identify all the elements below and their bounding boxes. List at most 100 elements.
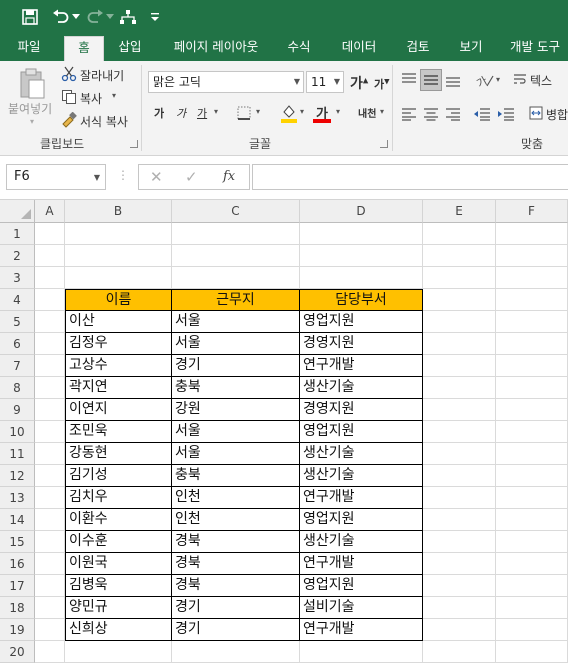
font-name-select[interactable]: 맑은 고딕 ▼ [148,71,304,93]
copy-icon[interactable] [61,89,77,105]
align-center-icon[interactable] [422,105,440,123]
decrease-indent-icon[interactable] [472,105,492,123]
cell-c2[interactable] [172,245,300,267]
table-cell[interactable]: 인천 [172,509,300,531]
cell-a10[interactable] [35,421,65,443]
hierarchy-icon[interactable] [117,6,139,28]
cell-a15[interactable] [35,531,65,553]
redo-dropdown-icon[interactable] [104,6,116,28]
cell-a5[interactable] [35,311,65,333]
table-cell[interactable]: 강원 [172,399,300,421]
underline-button[interactable]: 가 [197,105,207,121]
align-middle-icon[interactable] [420,69,442,91]
table-header-cell[interactable]: 이름 [65,289,172,311]
table-cell[interactable]: 연구개발 [300,355,423,377]
table-cell[interactable]: 양민규 [65,597,172,619]
row-header-7[interactable]: 7 [0,355,35,377]
cell-e9[interactable] [423,399,496,421]
cell-a2[interactable] [35,245,65,267]
merge-center-icon[interactable] [528,105,544,121]
cell-a17[interactable] [35,575,65,597]
row-header-17[interactable]: 17 [0,575,35,597]
table-cell[interactable]: 생산기술 [300,377,423,399]
font-size-select[interactable]: 11 ▼ [306,71,344,93]
copy-dropdown-icon[interactable]: ▾ [112,91,116,100]
row-header-11[interactable]: 11 [0,443,35,465]
cell-d3[interactable] [300,267,423,289]
cell-f10[interactable] [496,421,568,443]
table-cell[interactable]: 연구개발 [300,619,423,641]
cell-e10[interactable] [423,421,496,443]
cell-e15[interactable] [423,531,496,553]
cell-a1[interactable] [35,223,65,245]
row-header-2[interactable]: 2 [0,245,35,267]
save-icon[interactable] [19,6,41,28]
cell-e7[interactable] [423,355,496,377]
column-header-b[interactable]: B [65,200,172,223]
row-header-19[interactable]: 19 [0,619,35,641]
bold-button[interactable]: 가 [154,105,164,121]
cell-d20[interactable] [300,641,423,663]
table-cell[interactable]: 연구개발 [300,487,423,509]
table-cell[interactable]: 서울 [172,333,300,355]
borders-dropdown-icon[interactable]: ▾ [256,107,260,116]
row-header-15[interactable]: 15 [0,531,35,553]
column-header-e[interactable]: E [423,200,496,223]
cell-d2[interactable] [300,245,423,267]
tab-formulas[interactable]: 수식 [280,34,318,61]
table-cell[interactable]: 조민욱 [65,421,172,443]
cancel-icon[interactable]: ✕ [150,168,163,186]
orientation-dropdown-icon[interactable]: ▾ [496,75,500,84]
cell-e12[interactable] [423,465,496,487]
clipboard-launcher-icon[interactable] [130,140,138,148]
table-cell[interactable]: 연구개발 [300,553,423,575]
cell-f5[interactable] [496,311,568,333]
paste-dropdown-icon[interactable]: ▾ [30,117,34,126]
table-cell[interactable]: 충북 [172,465,300,487]
cell-b20[interactable] [65,641,172,663]
format-painter-label[interactable]: 서식 복사 [80,113,128,130]
cell-e18[interactable] [423,597,496,619]
table-cell[interactable]: 경북 [172,575,300,597]
table-cell[interactable]: 인천 [172,487,300,509]
cell-a4[interactable] [35,289,65,311]
enter-check-icon[interactable]: ✓ [185,168,198,186]
fill-color-icon[interactable] [280,103,298,123]
row-header-18[interactable]: 18 [0,597,35,619]
cell-e11[interactable] [423,443,496,465]
column-header-a[interactable]: A [35,200,65,223]
cell-a13[interactable] [35,487,65,509]
cell-e16[interactable] [423,553,496,575]
cell-a7[interactable] [35,355,65,377]
table-cell[interactable]: 서울 [172,443,300,465]
paste-label[interactable]: 붙여넣기 [8,100,52,117]
table-cell[interactable]: 김병욱 [65,575,172,597]
cell-a14[interactable] [35,509,65,531]
table-cell[interactable]: 이산 [65,311,172,333]
table-cell[interactable]: 강동현 [65,443,172,465]
merge-center-label[interactable]: 병합 [546,106,568,123]
cell-b2[interactable] [65,245,172,267]
row-header-14[interactable]: 14 [0,509,35,531]
cell-a11[interactable] [35,443,65,465]
cell-e6[interactable] [423,333,496,355]
row-header-5[interactable]: 5 [0,311,35,333]
shrink-font-button[interactable]: 가▼ [374,76,390,92]
cell-f9[interactable] [496,399,568,421]
cut-label[interactable]: 잘라내기 [80,67,124,84]
cell-e3[interactable] [423,267,496,289]
table-cell[interactable]: 영업지원 [300,421,423,443]
tab-data[interactable]: 데이터 [332,34,386,61]
tab-view[interactable]: 보기 [451,34,491,61]
cell-f1[interactable] [496,223,568,245]
wrap-text-icon[interactable] [512,71,528,87]
row-header-13[interactable]: 13 [0,487,35,509]
table-cell[interactable]: 생산기술 [300,531,423,553]
undo-dropdown-icon[interactable] [70,6,82,28]
cell-e2[interactable] [423,245,496,267]
tab-review[interactable]: 검토 [398,34,438,61]
cell-f18[interactable] [496,597,568,619]
tab-page-layout[interactable]: 페이지 레이아웃 [164,34,268,61]
cell-b1[interactable] [65,223,172,245]
table-cell[interactable]: 이연지 [65,399,172,421]
